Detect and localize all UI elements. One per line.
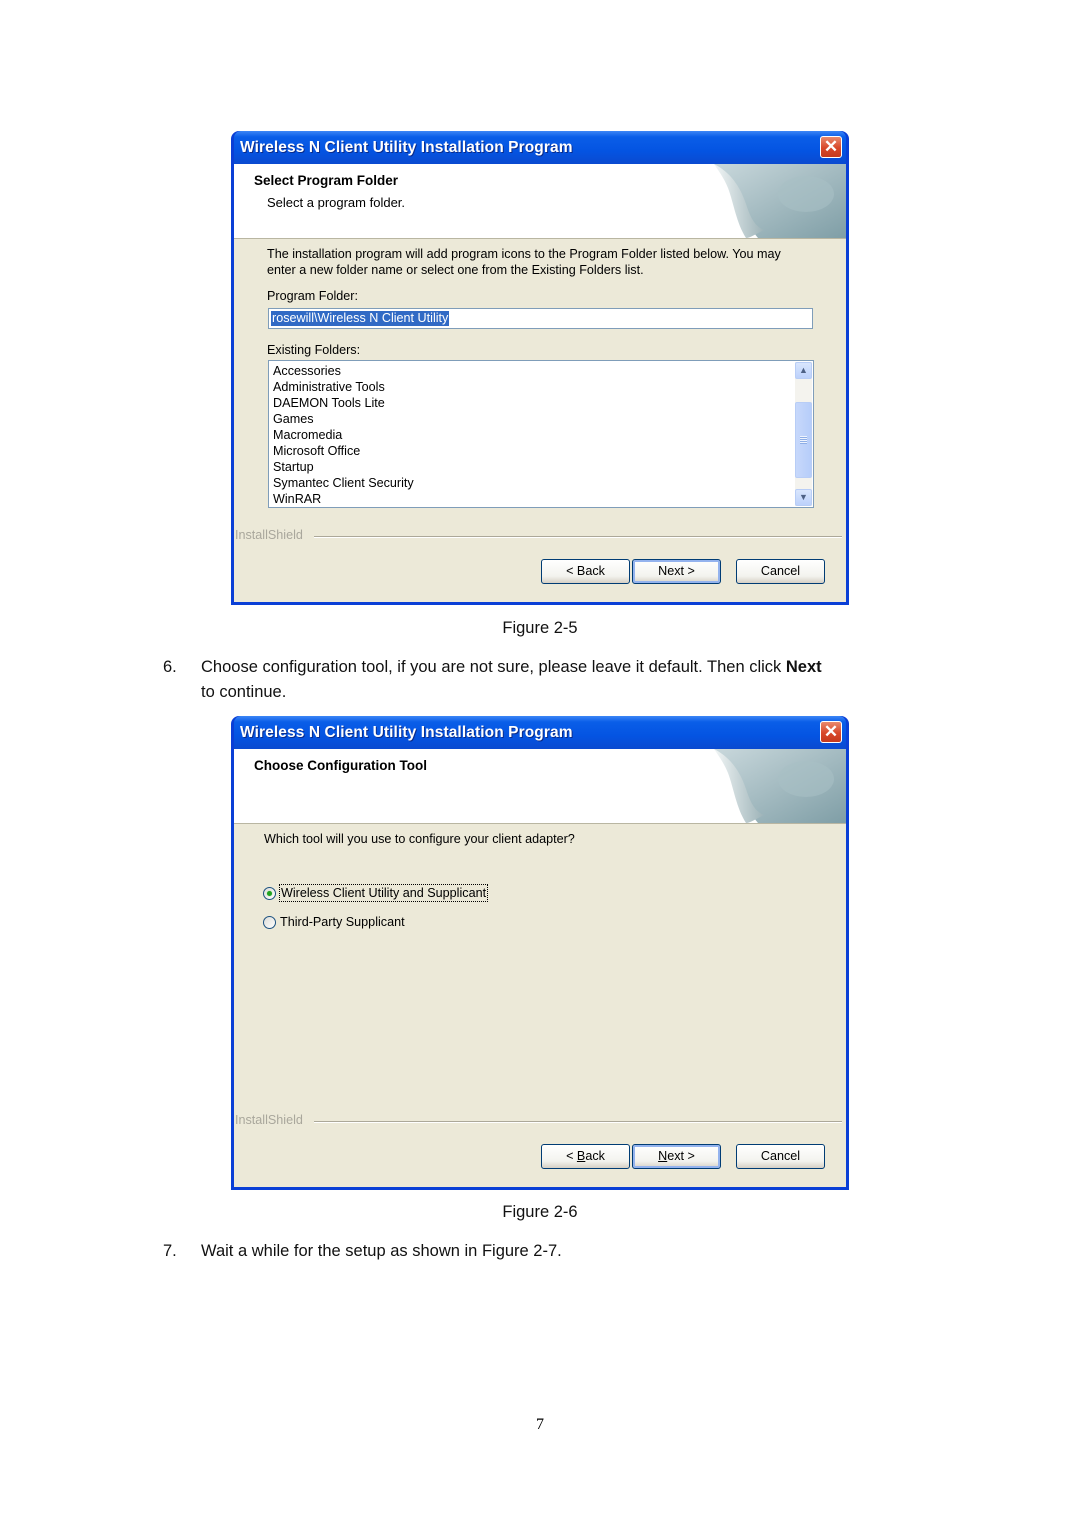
description-line-1: The installation program will add progra… — [267, 247, 781, 261]
chevron-down-icon: ▼ — [799, 492, 808, 502]
wizard-body: The installation program will add progra… — [234, 239, 846, 602]
back-rest: ack — [585, 1149, 605, 1163]
figure-caption: Figure 2-5 — [502, 619, 578, 637]
close-icon: ✕ — [823, 722, 839, 741]
title-bar: Wireless N Client Utility Installation P… — [234, 716, 846, 749]
folder-list-item[interactable]: DAEMON Tools Lite — [273, 395, 414, 411]
page-curl-graphic — [714, 749, 846, 823]
window-title: Wireless N Client Utility Installation P… — [240, 139, 573, 156]
radio-option-third-party-supplicant[interactable]: Third-Party Supplicant — [263, 914, 405, 930]
step-number: 6. — [163, 658, 177, 676]
step-text: Choose configuration tool, if you are no… — [201, 655, 822, 679]
cancel-button[interactable]: Cancel — [736, 559, 825, 584]
scroll-thumb[interactable] — [795, 402, 812, 478]
step-text-bold: Next — [785, 658, 822, 676]
vertical-scrollbar[interactable]: ▲ ▼ — [795, 362, 812, 506]
header-title: Choose Configuration Tool — [254, 758, 427, 773]
step-text-main: Choose configuration tool, if you are no… — [201, 658, 786, 676]
window-title: Wireless N Client Utility Installation P… — [240, 724, 573, 741]
back-button[interactable]: < Back — [541, 1144, 630, 1169]
figure-caption: Figure 2-6 — [502, 1203, 578, 1221]
radio-selected-icon[interactable] — [263, 886, 276, 900]
folder-list-item[interactable]: Startup — [273, 459, 414, 475]
header-subtitle: Select a program folder. — [267, 195, 406, 210]
description-line-2: enter a new folder name or select one fr… — [267, 263, 644, 277]
folder-list-item[interactable]: WinRAR — [273, 491, 414, 507]
question-text: Which tool will you use to configure you… — [264, 832, 575, 846]
grip-icon — [800, 436, 807, 444]
installshield-label: InstallShield — [235, 1113, 303, 1127]
installer-window-select-folder: Wireless N Client Utility Installation P… — [231, 131, 849, 605]
folder-list-item[interactable]: Microsoft Office — [273, 443, 414, 459]
folder-list-item[interactable]: Symantec Client Security — [273, 475, 414, 491]
folder-list-item[interactable]: Macromedia — [273, 427, 414, 443]
next-button[interactable]: Next > — [632, 1144, 721, 1169]
close-icon: ✕ — [823, 137, 839, 156]
cancel-button[interactable]: Cancel — [736, 1144, 825, 1169]
folder-list-item[interactable]: Accessories — [273, 363, 414, 379]
step-text: Wait a while for the setup as shown in F… — [201, 1242, 562, 1260]
scroll-down-button[interactable]: ▼ — [795, 489, 812, 506]
back-prefix: < — [566, 1149, 577, 1163]
radio-label: Third-Party Supplicant — [280, 915, 405, 929]
program-folder-label: Program Folder: — [267, 289, 358, 303]
scroll-up-button[interactable]: ▲ — [795, 362, 812, 379]
back-button[interactable]: < Back — [541, 559, 630, 584]
close-button[interactable]: ✕ — [820, 136, 842, 158]
step-number: 7. — [163, 1242, 177, 1260]
wizard-header: Select Program Folder Select a program f… — [234, 164, 846, 239]
installshield-label: InstallShield — [235, 528, 303, 542]
chevron-up-icon: ▲ — [799, 365, 808, 375]
close-button[interactable]: ✕ — [820, 721, 842, 743]
title-bar: Wireless N Client Utility Installation P… — [234, 131, 846, 164]
next-rest: ext > — [667, 1149, 695, 1163]
radio-label: Wireless Client Utility and Supplicant — [278, 884, 489, 902]
page-curl-graphic — [714, 164, 846, 238]
folder-list-item[interactable]: Games — [273, 411, 414, 427]
existing-folders-list[interactable]: Accessories Administrative Tools DAEMON … — [268, 360, 814, 508]
radio-option-wireless-client-utility[interactable]: Wireless Client Utility and Supplicant — [263, 884, 489, 902]
wizard-body: Which tool will you use to configure you… — [234, 824, 846, 1187]
installer-window-config-tool: Wireless N Client Utility Installation P… — [231, 716, 849, 1190]
wizard-header: Choose Configuration Tool — [234, 749, 846, 824]
step-text-continued: to continue. — [201, 683, 287, 701]
installshield-divider — [314, 1121, 842, 1123]
radio-unselected-icon[interactable] — [263, 915, 276, 929]
next-mnemonic: N — [658, 1149, 668, 1163]
installshield-divider — [314, 536, 842, 538]
existing-folders-label: Existing Folders: — [267, 343, 361, 357]
header-title: Select Program Folder — [254, 173, 399, 188]
page-number: 7 — [536, 1416, 544, 1433]
program-folder-value[interactable]: rosewill\Wireless N Client Utility — [271, 311, 450, 326]
folder-list-item[interactable]: Administrative Tools — [273, 379, 414, 395]
program-folder-input[interactable]: rosewill\Wireless N Client Utility — [268, 308, 813, 329]
next-button[interactable]: Next > — [632, 559, 721, 584]
